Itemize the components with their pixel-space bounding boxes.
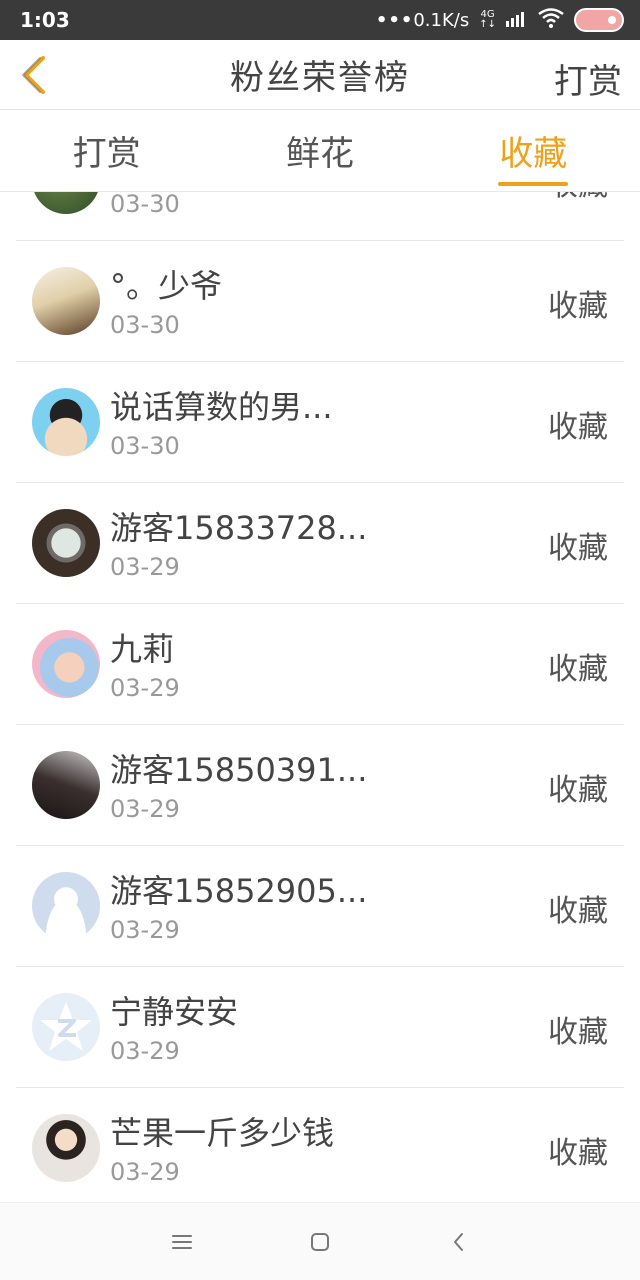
action-label: 收藏 <box>548 1136 608 1171</box>
list-item[interactable]: 说话算数的男... 03-30 收藏 <box>16 362 624 483</box>
avatar <box>32 267 100 335</box>
fan-date: 03-30 <box>110 192 180 218</box>
status-time: 1:03 <box>20 8 70 32</box>
fan-name: 说话算数的男... <box>110 388 333 426</box>
page-title: 粉丝荣誉榜 <box>230 58 410 98</box>
list-item[interactable]: 游客15852905... 03-29 收藏 <box>16 846 624 967</box>
header-bar: 粉丝荣誉榜 打赏 <box>0 40 640 110</box>
avatar <box>32 388 100 456</box>
avatar <box>32 630 100 698</box>
tab-bar: 打赏 鲜花 收藏 <box>0 110 640 192</box>
list-item[interactable]: 九莉 03-29 收藏 <box>16 604 624 725</box>
action-label: 收藏 <box>548 652 608 687</box>
list-item[interactable]: 03-30 收藏 <box>16 192 624 241</box>
list-item[interactable]: °。少爷 03-30 收藏 <box>16 241 624 362</box>
network-type: 4G ↑↓ <box>479 9 496 30</box>
chevron-left-icon <box>22 56 45 94</box>
network-speed: •••0.1K/s <box>375 9 470 31</box>
star-icon <box>40 1002 92 1051</box>
list-item[interactable]: 芒果一斤多少钱 03-29 收藏 <box>16 1088 624 1202</box>
status-bar: 1:03 •••0.1K/s 4G ↑↓ <box>0 0 640 40</box>
status-indicators: •••0.1K/s 4G ↑↓ <box>375 7 624 33</box>
avatar <box>32 751 100 819</box>
list-item[interactable]: 宁静安安 03-29 收藏 <box>16 967 624 1088</box>
menu-icon <box>172 1234 192 1249</box>
fan-name: 游客15852905... <box>110 872 368 910</box>
fan-date: 03-29 <box>110 916 180 944</box>
tab-flowers[interactable]: 鲜花 <box>213 110 426 191</box>
action-label: 收藏 <box>548 773 608 808</box>
avatar <box>32 509 100 577</box>
action-label: 收藏 <box>548 192 608 204</box>
tab-favorites[interactable]: 收藏 <box>427 110 640 191</box>
action-label: 收藏 <box>548 289 608 324</box>
fan-list[interactable]: 03-30 收藏 °。少爷 03-30 收藏 说话算数的男... 03-30 收… <box>0 192 640 1202</box>
fan-date: 03-30 <box>110 311 180 339</box>
system-navigation-bar <box>0 1202 640 1280</box>
nav-back-button[interactable] <box>444 1228 472 1256</box>
fan-date: 03-30 <box>110 432 180 460</box>
home-button[interactable] <box>306 1228 334 1256</box>
fan-name: 芒果一斤多少钱 <box>110 1114 335 1152</box>
fan-name: 游客15850391... <box>110 751 368 789</box>
fan-date: 03-29 <box>110 1037 180 1065</box>
chevron-left-icon <box>454 1232 463 1251</box>
action-label: 收藏 <box>548 531 608 566</box>
fan-name: 游客15833728... <box>110 509 368 547</box>
back-button[interactable] <box>14 54 54 96</box>
fan-date: 03-29 <box>110 674 180 702</box>
avatar <box>32 1114 100 1182</box>
tab-reward[interactable]: 打赏 <box>0 110 213 191</box>
action-label: 收藏 <box>548 1015 608 1050</box>
fan-name: 九莉 <box>110 630 175 668</box>
menu-button[interactable] <box>168 1228 196 1256</box>
action-label: 收藏 <box>548 894 608 929</box>
signal-icon <box>506 9 528 32</box>
action-label: 收藏 <box>548 410 608 445</box>
avatar <box>32 872 100 940</box>
home-icon <box>311 1232 329 1251</box>
avatar <box>32 993 100 1061</box>
fan-date: 03-29 <box>110 795 180 823</box>
fan-name: 宁静安安 <box>110 993 239 1031</box>
list-item[interactable]: 游客15850391... 03-29 收藏 <box>16 725 624 846</box>
list-item[interactable]: 游客15833728... 03-29 收藏 <box>16 483 624 604</box>
fan-date: 03-29 <box>110 553 180 581</box>
fan-name: °。少爷 <box>110 267 223 305</box>
reward-button[interactable]: 打赏 <box>554 54 622 103</box>
avatar <box>32 192 100 214</box>
fan-date: 03-29 <box>110 1158 180 1186</box>
wifi-icon <box>538 7 564 33</box>
battery-icon <box>574 8 624 32</box>
